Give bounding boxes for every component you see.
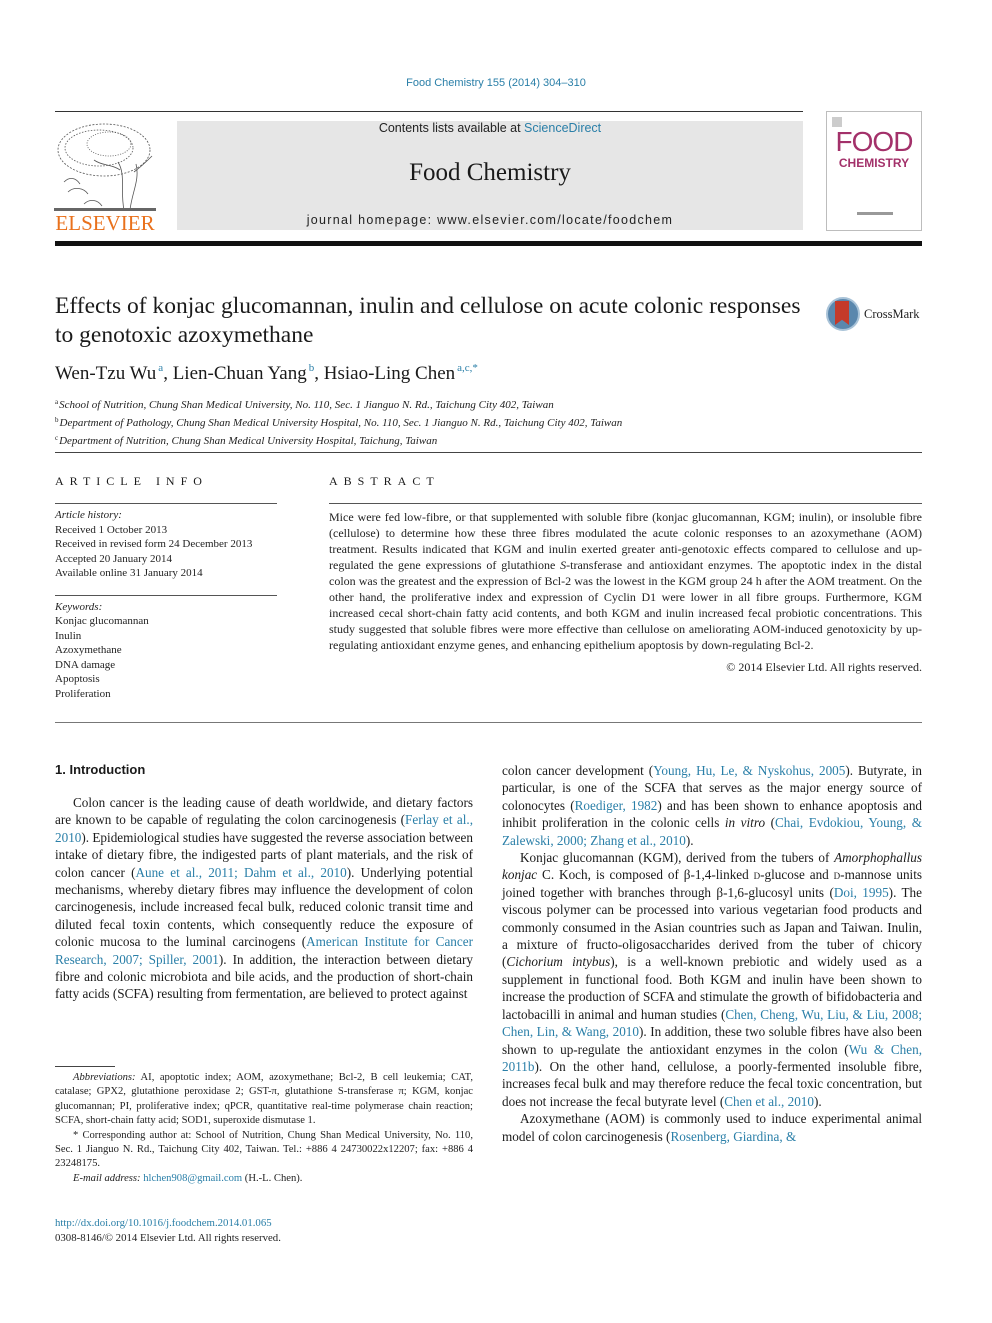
contents-prefix: Contents lists available at [378,121,525,135]
citation-link[interactable]: Aune et al., 2011; Dahm et al., 2010 [135,865,346,880]
history-item: Received in revised form 24 December 201… [55,538,253,550]
author-name[interactable]: Hsiao-Ling Chen [324,363,455,384]
body-paragraph: Konjac glucomannan (KGM), derived from t… [502,849,922,1110]
author-affiliation-link[interactable]: a,c,* [457,362,478,374]
text-run: Cichorium intybus [506,954,611,970]
section-heading-introduction: 1. Introduction [55,762,146,777]
email-footnote: E-mail address: hlchen908@gmail.com (H.-… [55,1172,473,1186]
text-run: -glucose and [760,867,834,883]
cover-title-chemistry: CHEMISTRY [838,156,910,170]
cover-title-food: FOOD [835,126,914,157]
body-paragraph: Azoxymethane (AOM) is commonly used to i… [502,1110,922,1145]
doi-link[interactable]: http://dx.doi.org/10.1016/j.foodchem.201… [55,1217,272,1229]
affiliation-marker: c [55,434,59,442]
journal-homepage-link[interactable]: journal homepage: www.elsevier.com/locat… [177,213,803,227]
corresponding-author-footnote: * Corresponding author at: School of Nut… [55,1129,473,1170]
keyword-item: Apoptosis [55,673,100,685]
text-run: colon cancer development ( [502,763,654,778]
crossmark-button[interactable]: CrossMark [826,297,926,333]
email-link[interactable]: hlchen908@gmail.com [143,1173,242,1184]
email-suffix: (H.-L. Chen). [242,1172,303,1184]
abstract-copyright: © 2014 Elsevier Ltd. All rights reserved… [726,660,922,674]
crossmark-label: CrossMark [864,307,920,321]
journal-banner: Contents lists available at ScienceDirec… [177,121,803,230]
doi-block: http://dx.doi.org/10.1016/j.foodchem.201… [55,1216,281,1245]
history-item: Accepted 20 January 2014 [55,552,172,565]
citation-link[interactable]: Roediger, 1982 [575,798,658,813]
author-separator: , [163,363,173,384]
text-run: ). On the other hand, cellulose, a poorl… [502,1058,922,1109]
keywords: Keywords: Konjac glucomannan Inulin Azox… [55,596,277,702]
text-run: in vitro [724,815,766,831]
issn-copyright: 0308-8146/© 2014 Elsevier Ltd. All right… [55,1231,281,1244]
author-name[interactable]: Lien-Chuan Yang [173,363,307,384]
body-text-right: colon cancer development (Young, Hu, Le,… [502,762,922,1145]
affiliation-text: School of Nutrition, Chung Shan Medical … [59,399,554,411]
text-run: C. Koch, is composed of β-1,4-linked [537,867,754,883]
affiliations: aSchool of Nutrition, Chung Shan Medical… [55,395,622,449]
body-paragraph: colon cancer development (Young, Hu, Le,… [502,762,922,849]
text-run: ). [813,1093,822,1109]
contents-line: Contents lists available at ScienceDirec… [177,121,803,135]
affiliation-item: cDepartment of Nutrition, Chung Shan Med… [55,431,622,449]
affiliation-item: bDepartment of Pathology, Chung Shan Med… [55,413,622,431]
journal-citation-link[interactable]: Food Chemistry 155 (2014) 304–310 [0,77,992,89]
body-column-right: colon cancer development (Young, Hu, Le,… [502,762,922,1145]
body-column-left: 1. Introduction Colon cancer is the lead… [55,762,473,1003]
keyword-item: DNA damage [55,658,116,671]
text-run: ( [765,815,775,831]
elsevier-logo[interactable]: ELSEVIER [54,120,156,235]
affiliation-item: aSchool of Nutrition, Chung Shan Medical… [55,395,622,413]
body-paragraph: Colon cancer is the leading cause of dea… [55,794,473,1003]
keyword-item: Inulin [55,629,82,642]
article-title: Effects of konjac glucomannan, inulin an… [55,293,801,348]
email-label: E-mail address: [73,1172,141,1184]
history-item: Available online 31 January 2014 [55,567,203,579]
keywords-label: Keywords: [55,600,103,613]
journal-cover-thumbnail[interactable]: FOOD CHEMISTRY [826,111,922,231]
section-rule [55,722,922,723]
journal-title: Food Chemistry [409,159,571,186]
text-run: Konjac glucomannan (KGM), derived from t… [520,850,835,866]
header-rule [55,111,803,112]
elsevier-tree-icon [54,123,156,211]
keyword-item: Konjac glucomannan [55,615,149,627]
history-label: Article history: [55,509,122,521]
affiliation-text: Department of Nutrition, Chung Shan Medi… [59,435,438,447]
abstract-text: Mice were fed low-fibre, or that supplem… [329,504,922,653]
abstract-text-part: -transferase and antioxidant enzymes. Th… [329,558,922,652]
citation-link[interactable]: Doi, 1995 [834,885,889,900]
affiliation-marker: b [55,416,59,424]
author-separator: , [314,363,324,384]
elsevier-wordmark: ELSEVIER [55,211,155,235]
citation-link[interactable]: Chen et al., 2010 [724,1094,814,1109]
article-history: Article history: Received 1 October 2013… [55,504,277,581]
body-text-left: Colon cancer is the leading cause of dea… [55,794,473,1003]
abstract: ABSTRACT Mice were fed low-fibre, or tha… [329,474,922,675]
keyword-item: Proliferation [55,687,111,700]
abbreviations-footnote: Abbreviations: AI, apoptotic index; AOM,… [55,1071,473,1129]
author-name[interactable]: Wen-Tzu Wu [55,363,156,384]
footnote-rule [55,1066,115,1067]
abstract-heading: ABSTRACT [329,474,440,488]
affiliation-marker: a [55,398,59,406]
footnotes: Abbreviations: AI, apoptotic index; AOM,… [55,1071,473,1186]
abbreviations-label: Abbreviations: [73,1072,136,1083]
text-run: ). [685,832,694,848]
cover-footer [857,212,893,215]
section-rule [55,452,922,453]
author-list: Wen-Tzu Wu a, Lien-Chuan Yang b, Hsiao-Lin… [55,362,478,385]
citation-link[interactable]: Young, Hu, Le, & Nyskohus, 2005 [653,763,845,778]
article-info: ARTICLE INFO Article history: Received 1… [55,474,277,701]
keyword-item: Azoxymethane [55,644,122,656]
article-info-heading: ARTICLE INFO [55,474,208,488]
history-item: Received 1 October 2013 [55,523,168,536]
sciencedirect-link[interactable]: ScienceDirect [524,121,601,135]
citation-link[interactable]: Rosenberg, Giardina, & [670,1129,796,1144]
header-thick-rule [55,241,922,246]
affiliation-text: Department of Pathology, Chung Shan Medi… [59,417,623,429]
